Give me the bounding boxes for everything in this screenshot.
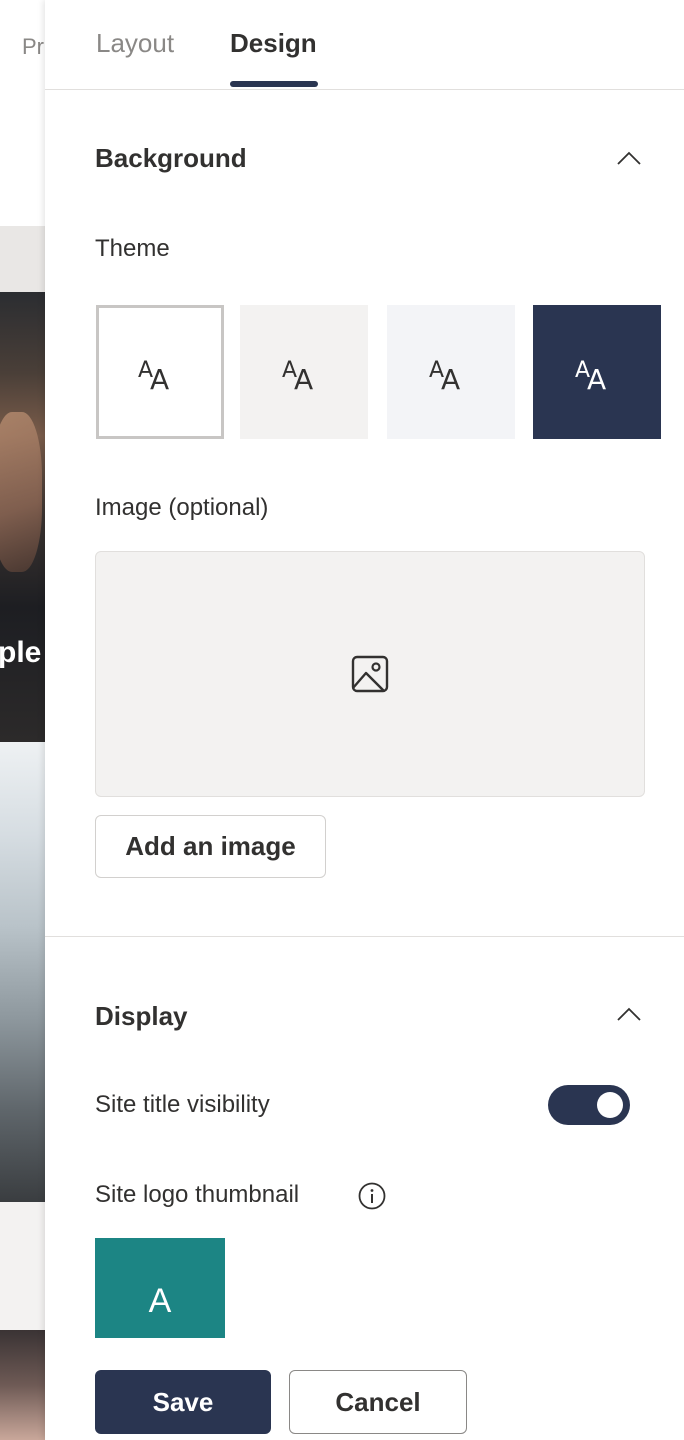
site-title-visibility-label: Site title visibility bbox=[95, 1091, 270, 1118]
theme-option-dark-navy[interactable]: A A bbox=[533, 305, 661, 439]
theme-option-light-blue-gray[interactable]: A A bbox=[387, 305, 515, 439]
background-title-text: ple bbox=[0, 636, 42, 669]
collapse-background-chevron-up-icon[interactable] bbox=[615, 144, 643, 172]
theme-option-light-gray[interactable]: A A bbox=[240, 305, 368, 439]
display-section-title: Display bbox=[95, 1001, 188, 1031]
site-logo-thumbnail[interactable]: A bbox=[95, 1238, 225, 1338]
svg-text:A: A bbox=[150, 363, 169, 393]
background-office-image bbox=[0, 742, 45, 1202]
theme-option-white[interactable]: A A bbox=[96, 305, 224, 439]
background-image-preview bbox=[95, 551, 645, 797]
svg-text:A: A bbox=[441, 363, 460, 393]
font-size-icon: A A bbox=[429, 358, 460, 393]
svg-text:A: A bbox=[294, 363, 313, 393]
background-band bbox=[0, 226, 45, 292]
font-size-icon: A A bbox=[575, 358, 606, 393]
background-hero-image bbox=[0, 292, 45, 742]
selected-tab-indicator bbox=[230, 81, 318, 87]
info-icon[interactable] bbox=[357, 1181, 387, 1211]
background-tab-text: Pr bbox=[22, 34, 44, 59]
font-size-icon: A A bbox=[282, 358, 313, 393]
background-band bbox=[0, 1202, 45, 1330]
site-title-visibility-toggle[interactable] bbox=[548, 1085, 630, 1125]
add-image-button[interactable]: Add an image bbox=[95, 815, 326, 878]
background-section-title: Background bbox=[95, 143, 247, 173]
cancel-button[interactable]: Cancel bbox=[289, 1370, 467, 1434]
save-button[interactable]: Save bbox=[95, 1370, 271, 1434]
section-divider bbox=[45, 936, 684, 937]
site-logo-thumbnail-label: Site logo thumbnail bbox=[95, 1181, 300, 1208]
background-bottom-image bbox=[0, 1330, 45, 1440]
background-page: Pr ple bbox=[0, 0, 45, 1440]
theme-label: Theme bbox=[95, 235, 170, 262]
svg-text:A: A bbox=[587, 363, 606, 393]
tab-design[interactable]: Design bbox=[230, 28, 317, 59]
tab-layout[interactable]: Layout bbox=[96, 28, 174, 59]
font-size-icon: A A bbox=[138, 358, 169, 393]
tab-bar: Layout Design bbox=[45, 0, 684, 90]
site-logo-letter: A bbox=[148, 1282, 172, 1320]
collapse-display-chevron-up-icon[interactable] bbox=[615, 1000, 643, 1028]
toggle-knob bbox=[597, 1092, 623, 1118]
image-optional-label: Image (optional) bbox=[95, 494, 269, 521]
change-look-panel: Layout Design Background Theme A A A A A… bbox=[45, 0, 684, 1440]
image-icon bbox=[351, 655, 389, 693]
